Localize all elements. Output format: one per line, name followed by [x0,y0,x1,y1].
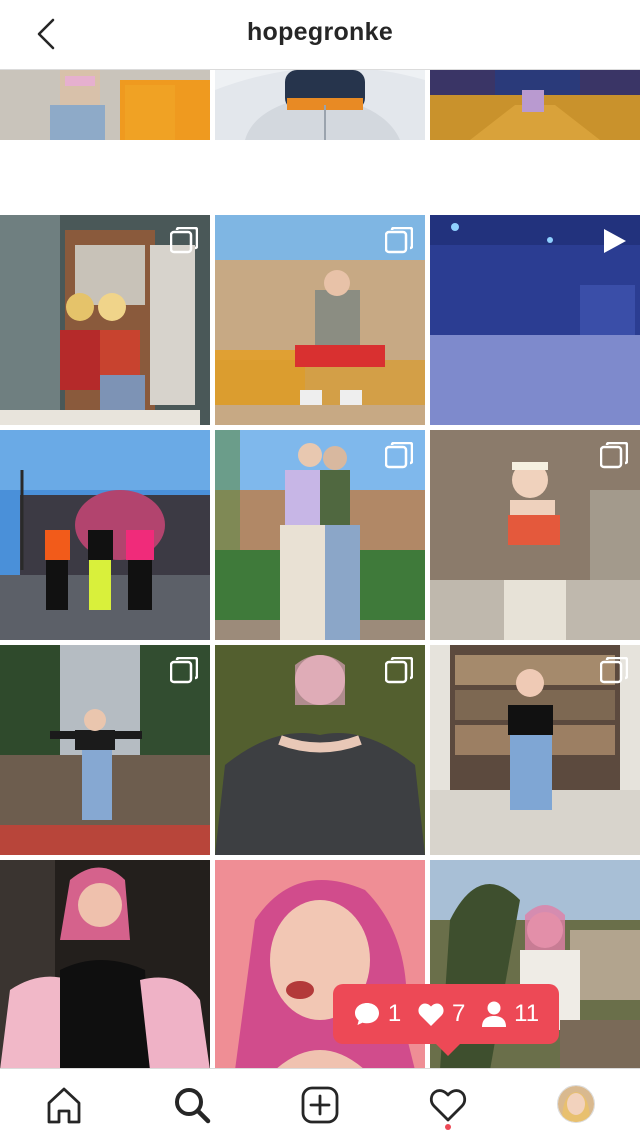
bottom-navigation [0,1068,640,1138]
likes-count-text: 7 [452,1000,466,1027]
post-tile[interactable] [0,645,210,855]
carousel-icon [600,442,628,469]
nav-activity-button[interactable] [426,1083,470,1127]
post-tile[interactable] [0,70,210,140]
post-tile[interactable] [430,215,640,425]
page-title: hopegronke [246,18,394,46]
posts-grid [0,70,640,1068]
post-tile[interactable] [215,645,425,855]
post-photo [430,70,640,140]
heart-icon [418,1003,444,1026]
top-bar: hopegronke [0,0,640,70]
nav-new-post-button[interactable] [298,1083,342,1127]
comments-count: 1 [353,1000,401,1028]
comment-icon [354,1003,379,1025]
post-tile[interactable] [0,860,210,1068]
carousel-icon [600,657,628,684]
activity-notification[interactable]: 1 7 11 [333,984,559,1056]
activity-notification-dot [445,1124,451,1130]
post-tile[interactable] [430,430,640,640]
person-icon [482,1001,507,1027]
carousel-icon [170,227,198,254]
activity-heart-icon [429,1089,467,1122]
home-icon [47,1087,81,1124]
nav-home-button[interactable] [42,1083,86,1127]
follows-count: 11 [481,1000,539,1028]
post-tile[interactable] [430,645,640,855]
post-tile[interactable] [215,430,425,640]
carousel-icon [385,657,413,684]
post-photo [0,860,210,1068]
comments-count-text: 1 [387,1000,402,1027]
profile-avatar [558,1086,594,1122]
post-photo [215,70,425,140]
search-icon [175,1088,211,1124]
post-tile[interactable] [215,70,425,140]
carousel-icon [385,227,413,254]
follows-count-text: 11 [514,1000,540,1027]
post-tile[interactable] [0,215,210,425]
play-icon [604,229,626,253]
likes-count: 7 [417,1000,465,1028]
post-photo [0,430,210,640]
profile-posts-screen: hopegronke 1 7 11 [0,0,640,1138]
nav-search-button[interactable] [170,1083,214,1127]
post-photo [0,70,210,140]
new-post-icon [301,1086,339,1124]
carousel-icon [170,657,198,684]
post-tile[interactable] [430,70,640,140]
post-tile[interactable] [215,215,425,425]
carousel-icon [385,442,413,469]
post-tile[interactable] [0,430,210,640]
nav-profile-avatar[interactable] [557,1085,595,1123]
